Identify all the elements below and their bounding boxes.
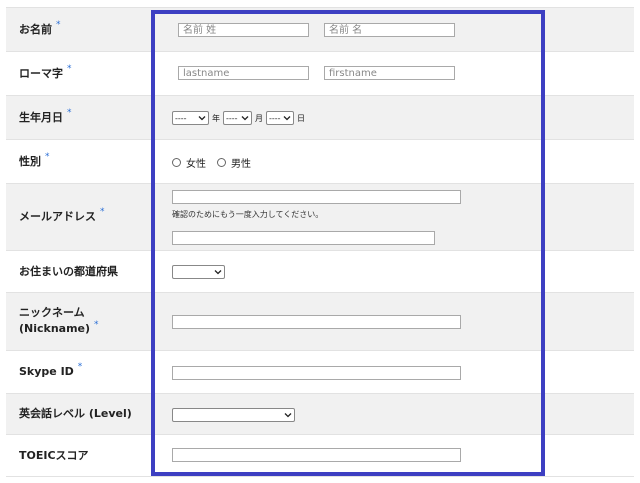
nickname-label: ニックネーム (Nickname) *: [19, 306, 99, 335]
row-email: メールアドレス * 確認のためにもう一度入力してください。: [6, 184, 634, 251]
required-mark: *: [67, 63, 72, 74]
first-name-input[interactable]: [324, 23, 455, 37]
prefecture-label: お住まいの都道府県: [19, 264, 118, 278]
birth-year-select[interactable]: ----: [172, 111, 209, 125]
row-birthdate: 生年月日 * ---- 年 ---- 月 ---- 日: [6, 96, 634, 140]
birth-day-select[interactable]: ----: [266, 111, 294, 125]
last-name-roman-input[interactable]: [178, 66, 309, 80]
radio-circle-icon: [172, 158, 181, 167]
skype-id-input[interactable]: [172, 366, 461, 380]
chevron-down-icon: [214, 270, 222, 275]
skype-label: Skype ID *: [6, 351, 172, 393]
birth-month-select[interactable]: ----: [223, 111, 252, 125]
required-mark: *: [56, 19, 61, 30]
first-name-roman-input[interactable]: [324, 66, 455, 80]
gender-female-radio[interactable]: 女性: [172, 155, 206, 170]
year-unit: 年: [212, 114, 220, 123]
level-label: 英会話レベル (Level): [19, 407, 132, 420]
required-mark: *: [77, 362, 83, 372]
nickname-input[interactable]: [172, 315, 461, 329]
row-prefecture: お住まいの都道府県: [6, 251, 634, 293]
required-mark: *: [67, 107, 72, 118]
chevron-down-icon: [241, 116, 249, 121]
chevron-down-icon: [284, 413, 292, 418]
row-name: お名前 *: [6, 8, 634, 52]
level-select[interactable]: [172, 408, 295, 422]
day-unit: 日: [297, 114, 305, 123]
toeic-score-input[interactable]: [172, 448, 461, 462]
required-mark: *: [100, 207, 105, 217]
radio-circle-icon: [217, 158, 226, 167]
gender-label: 性別 *: [6, 140, 172, 183]
row-toeic: TOEICスコア: [6, 435, 634, 477]
row-level: 英会話レベル (Level): [6, 394, 634, 435]
registration-form: お名前* ローマ字* 生年月日* ---- 年 ----: [6, 7, 634, 477]
chevron-down-icon: [283, 116, 291, 121]
toeic-label: TOEICスコア: [19, 448, 89, 462]
row-nickname: ニックネーム (Nickname) *: [6, 293, 634, 351]
row-skype: Skype ID *: [6, 351, 634, 394]
last-name-input[interactable]: [178, 23, 309, 37]
required-mark: *: [94, 320, 99, 330]
roman-label: ローマ字 *: [6, 52, 172, 95]
prefecture-select[interactable]: [172, 265, 225, 279]
gender-male-radio[interactable]: 男性: [217, 155, 251, 170]
email-confirm-input[interactable]: [172, 231, 435, 245]
row-roman: ローマ字 *: [6, 52, 634, 96]
email-label: メールアドレス *: [6, 184, 172, 250]
row-gender: 性別 * 女性 男性: [6, 140, 634, 184]
birthdate-label: 生年月日 *: [6, 96, 172, 139]
name-label: お名前 *: [6, 8, 172, 51]
month-unit: 月: [255, 114, 263, 123]
email-input[interactable]: [172, 190, 461, 204]
required-mark: *: [45, 151, 50, 162]
email-confirm-note: 確認のためにもう一度入力してください。: [172, 210, 324, 219]
chevron-down-icon: [198, 116, 206, 121]
